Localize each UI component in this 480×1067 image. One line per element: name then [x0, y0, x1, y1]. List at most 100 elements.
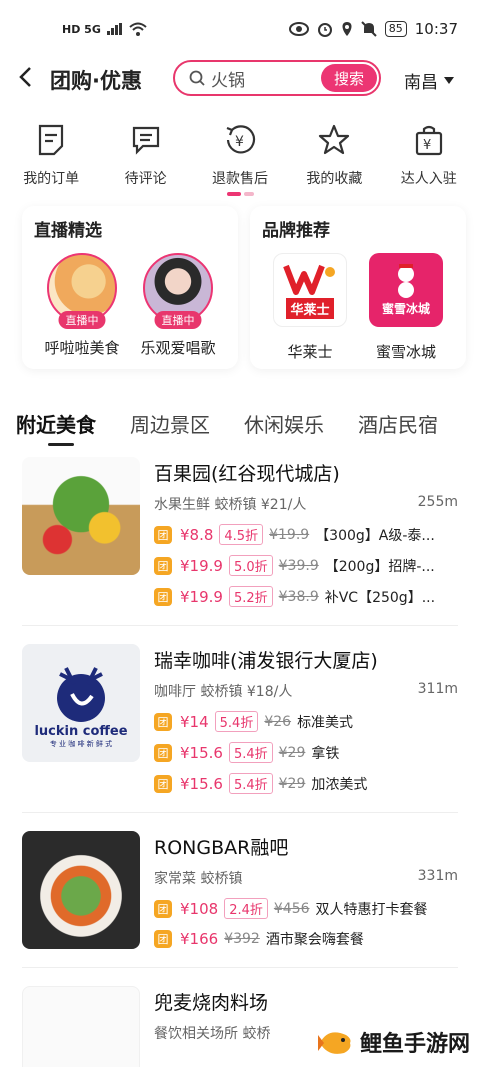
shop-distance: 331m [417, 868, 458, 884]
quick-label: 退款售后 [211, 171, 268, 187]
avatar: 直播中 [143, 253, 213, 329]
deal-original-price: ¥29 [278, 744, 306, 761]
location-icon [342, 22, 352, 36]
clock: 10:37 [414, 20, 458, 38]
group-buy-icon: 团 [154, 712, 172, 731]
brand-item[interactable]: 蜜雪冰城 蜜雪冰城 [358, 253, 454, 362]
refund-icon: ¥ [223, 122, 257, 158]
quick-label: 达人入驻 [400, 171, 457, 187]
tab-leisure[interactable]: 休闲娱乐 [244, 409, 324, 457]
shop-info: 百果园(红谷现代城店) 水果生鲜 蛟桥镇 ¥21/人 255m 团 ¥8.8 4… [154, 457, 458, 607]
quick-my-orders[interactable]: 我的订单 [5, 122, 97, 192]
live-panel: 直播精选 直播中 呼啦啦美食 直播中 乐观爱唱歌 [22, 206, 238, 369]
deal-discount: 2.4折 [224, 898, 268, 919]
shop-name: 瑞幸咖啡(浦发银行大厦店) [154, 650, 378, 672]
shop-category: 餐饮相关场所 蛟桥 [154, 1026, 271, 1042]
page-title: 团购·优惠 [50, 69, 142, 93]
live-name: 乐观爱唱歌 [140, 339, 216, 357]
recommend-panels: 直播精选 直播中 呼啦啦美食 直播中 乐观爱唱歌 品牌推荐 华莱士 华莱士 蜜雪… [0, 198, 480, 369]
deal-original-price: ¥38.9 [278, 588, 319, 605]
quick-pending-review[interactable]: 待评论 [100, 122, 192, 192]
status-left: HD 5G [62, 22, 147, 36]
shop-category: 咖啡厅 蛟桥镇 ¥18/人 [154, 684, 293, 700]
star-icon [317, 122, 351, 158]
battery-indicator: 85 [384, 21, 407, 37]
deal-discount: 5.4折 [228, 742, 273, 763]
live-item[interactable]: 直播中 乐观爱唱歌 [130, 253, 226, 358]
quick-influencer[interactable]: ¥ 达人入驻 [383, 122, 475, 192]
deal-row[interactable]: 团 ¥19.9 5.2折 ¥38.9 补VC【250g】... [154, 586, 458, 607]
tab-nearby-food[interactable]: 附近美食 [16, 409, 96, 457]
deal-row[interactable]: 团 ¥108 2.4折 ¥456 双人特惠打卡套餐 [154, 898, 458, 919]
group-buy-icon: 团 [154, 930, 172, 948]
deal-row[interactable]: 团 ¥8.8 4.5折 ¥19.9 【300g】A级-泰... [154, 524, 458, 545]
shop-distance: 311m [417, 681, 458, 697]
shop-image: luckin coffee 专 业 咖 啡 新 鲜 式 [22, 644, 140, 762]
deal-price: ¥8.8 [180, 525, 214, 544]
shop-card[interactable]: luckin coffee 专 业 咖 啡 新 鲜 式 瑞幸咖啡(浦发银行大厦店… [0, 644, 480, 794]
deal-price: ¥19.9 [180, 556, 223, 575]
group-buy-icon: 团 [154, 525, 172, 544]
deal-original-price: ¥39.9 [278, 557, 319, 574]
shop-category: 家常菜 蛟桥镇 [154, 871, 243, 887]
city-selector[interactable]: 南昌 [404, 68, 454, 93]
group-buy-icon: 团 [154, 774, 172, 793]
network-indicator: HD 5G [62, 22, 101, 36]
tab-hotel[interactable]: 酒店民宿 [358, 409, 438, 457]
group-buy-icon: 团 [154, 743, 172, 762]
search-button[interactable]: 搜索 [321, 64, 377, 92]
header: 团购·优惠 火锅 搜索 南昌 [0, 58, 480, 102]
quick-refund[interactable]: ¥ 退款售后 [194, 122, 286, 192]
deal-price: ¥19.9 [180, 587, 223, 606]
alarm-icon [317, 23, 332, 37]
deal-row[interactable]: 团 ¥15.6 5.4折 ¥29 加浓美式 [154, 773, 458, 794]
deal-title: 加浓美式 [311, 776, 368, 793]
deal-row[interactable]: 团 ¥14 5.4折 ¥26 标准美式 [154, 711, 458, 732]
shop-distance: 255m [417, 494, 458, 510]
deal-title: 【200g】招牌-... [324, 558, 435, 575]
wifi-icon [129, 22, 147, 36]
shop-image [22, 986, 140, 1067]
brand-logo-text: 华莱士 [286, 297, 334, 319]
deal-title: 标准美式 [297, 714, 354, 731]
status-bar: HD 5G 85 10:37 [0, 0, 480, 58]
back-icon[interactable] [18, 65, 44, 95]
eye-icon [288, 22, 309, 36]
quick-favorites[interactable]: 我的收藏 [288, 122, 380, 192]
live-name: 呼啦啦美食 [44, 339, 120, 357]
deal-price: ¥166 [180, 930, 219, 948]
deal-discount: 5.0折 [228, 555, 273, 576]
signal-icon [106, 23, 122, 35]
deal-original-price: ¥392 [224, 931, 260, 947]
live-item[interactable]: 直播中 呼啦啦美食 [34, 253, 130, 358]
brand-item[interactable]: 华莱士 华莱士 [262, 253, 358, 362]
deal-row[interactable]: 团 ¥15.6 5.4折 ¥29 拿铁 [154, 742, 458, 763]
indicator-active [226, 192, 241, 196]
brand-panel-title: 品牌推荐 [262, 221, 330, 241]
tab-scenic[interactable]: 周边景区 [130, 409, 210, 457]
shop-info: 瑞幸咖啡(浦发银行大厦店) 咖啡厅 蛟桥镇 ¥18/人 311m 团 ¥14 5… [154, 644, 458, 794]
deal-row[interactable]: 团 ¥19.9 5.0折 ¥39.9 【200g】招牌-... [154, 555, 458, 576]
deal-original-price: ¥26 [264, 713, 292, 730]
search-box[interactable]: 火锅 搜索 [173, 60, 381, 96]
brand-panel: 品牌推荐 华莱士 华莱士 蜜雪冰城 蜜雪冰城 [250, 206, 466, 369]
brand-name: 蜜雪冰城 [375, 343, 436, 361]
luckin-logo-text: luckin coffee [34, 723, 128, 739]
shop-card[interactable]: 百果园(红谷现代城店) 水果生鲜 蛟桥镇 ¥21/人 255m 团 ¥8.8 4… [0, 457, 480, 607]
brand-logo: 华莱士 [273, 253, 347, 327]
deal-title: 酒市聚会嗨套餐 [265, 932, 364, 948]
live-items: 直播中 呼啦啦美食 直播中 乐观爱唱歌 [34, 253, 226, 358]
svg-text:¥: ¥ [423, 138, 431, 153]
shop-card[interactable]: RONGBAR融吧 家常菜 蛟桥镇 331m 团 ¥108 2.4折 ¥456 … [0, 831, 480, 949]
deal-row[interactable]: 团 ¥166 ¥392 酒市聚会嗨套餐 [154, 929, 458, 949]
deal-original-price: ¥29 [278, 775, 306, 792]
quick-label: 待评论 [124, 171, 167, 187]
mute-icon [361, 21, 377, 37]
brand-name: 华莱士 [287, 343, 333, 361]
shop-meta: 水果生鲜 蛟桥镇 ¥21/人 255m [154, 494, 458, 514]
deal-discount: 4.5折 [219, 524, 264, 545]
category-tabs: 附近美食 周边景区 休闲娱乐 酒店民宿 [0, 369, 480, 457]
group-buy-icon: 团 [154, 587, 172, 606]
shop-meta: 家常菜 蛟桥镇 331m [154, 868, 458, 888]
deal-price: ¥15.6 [180, 743, 223, 762]
